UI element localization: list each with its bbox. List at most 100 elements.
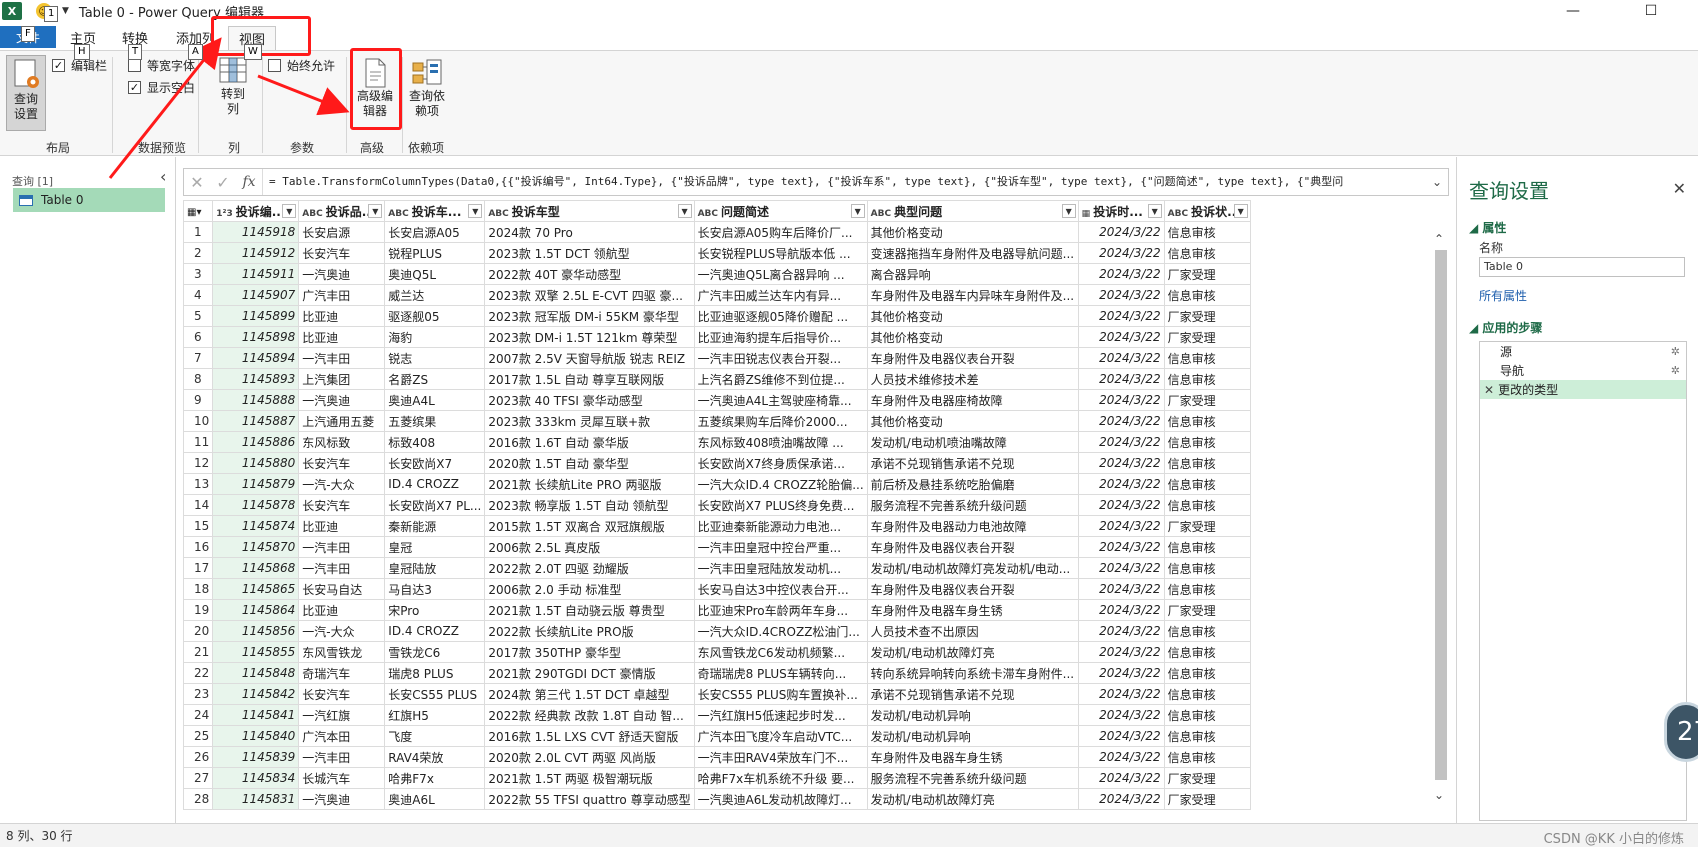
always-allow-checkbox[interactable]: 始终允许 <box>268 57 335 74</box>
table-cell[interactable]: 比亚迪秦新能源动力电池... <box>693 515 868 537</box>
table-cell[interactable]: 一汽奥迪 <box>298 389 386 411</box>
table-cell[interactable]: 厂家受理 <box>1163 389 1251 411</box>
table-cell[interactable]: 广汽本田 <box>298 725 386 747</box>
table-cell[interactable]: 2023款 冠军版 DM-i 55KM 豪华型 <box>484 305 695 327</box>
text-type-icon[interactable]: ABC <box>302 209 322 219</box>
table-cell[interactable]: 秦新能源 <box>384 515 486 537</box>
table-cell[interactable]: 锐程PLUS <box>384 242 486 264</box>
row-number[interactable]: 13 <box>183 473 214 495</box>
table-cell[interactable]: 2024/3/22 <box>1077 620 1165 642</box>
table-cell[interactable]: 2024/3/22 <box>1077 452 1165 474</box>
vertical-scrollbar[interactable]: ⌃ ⌄ <box>1432 228 1450 808</box>
column-filter-dropdown-icon[interactable]: ▼ <box>468 204 483 218</box>
table-cell[interactable]: 2024/3/22 <box>1077 767 1165 789</box>
table-cell[interactable]: 皇冠陆放 <box>384 557 486 579</box>
row-number[interactable]: 17 <box>183 557 214 579</box>
row-number[interactable]: 4 <box>183 284 214 306</box>
column-header-1[interactable]: 1²3 投诉编... ▼ <box>212 200 300 222</box>
text-type-icon[interactable]: ABC <box>488 209 508 219</box>
table-cell[interactable]: 广汽丰田 <box>298 284 386 306</box>
expand-formula-icon[interactable]: ⌄ <box>1426 175 1448 189</box>
table-cell[interactable]: 长安启源 <box>298 221 386 243</box>
table-cell[interactable]: 2021款 长续航Lite PRO 两驱版 <box>484 473 695 495</box>
table-cell[interactable]: 信息审核 <box>1163 368 1251 390</box>
table-cell[interactable]: 雪铁龙C6 <box>384 641 486 663</box>
table-cell[interactable]: 一汽丰田皇冠陆放发动机... <box>693 557 868 579</box>
table-cell[interactable]: 服务流程不完善系统升级问题 <box>866 767 1079 789</box>
table-cell[interactable]: 2024/3/22 <box>1077 788 1165 810</box>
maximize-button[interactable]: ☐ <box>1628 0 1674 22</box>
table-cell[interactable]: 车身附件及电器座椅故障 <box>866 389 1079 411</box>
table-cell[interactable]: 2016款 1.5L LXS CVT 舒适天窗版 <box>484 725 695 747</box>
table-cell[interactable]: 一汽丰田锐志仪表台开裂... <box>693 347 868 369</box>
column-filter-dropdown-icon[interactable]: ▼ <box>677 204 692 218</box>
table-cell[interactable]: 长安CS55 PLUS <box>384 683 486 705</box>
table-cell[interactable]: 其他价格变动 <box>866 305 1079 327</box>
table-cell[interactable]: 信息审核 <box>1163 221 1251 243</box>
table-cell[interactable]: 一汽-大众 <box>298 473 386 495</box>
table-cell[interactable]: 一汽红旗 <box>298 704 386 726</box>
table-cell[interactable]: 1145880 <box>212 452 300 474</box>
table-cell[interactable]: 车身附件及电器仪表台开裂 <box>866 347 1079 369</box>
show-whitespace-checkbox[interactable]: ✓ 显示空白 <box>128 79 195 96</box>
table-cell[interactable]: 长安马自达3中控仪表台开... <box>693 578 868 600</box>
table-cell[interactable]: 2024/3/22 <box>1077 473 1165 495</box>
column-filter-dropdown-icon[interactable]: ▼ <box>1147 204 1162 218</box>
table-cell[interactable]: 东风标致 <box>298 431 386 453</box>
table-cell[interactable]: 2006款 2.5L 真皮版 <box>484 536 695 558</box>
table-cell[interactable]: 2021款 1.5T 自动骁云版 尊贵型 <box>484 599 695 621</box>
table-cell[interactable]: 发动机/电动机故障灯亮发动机/电动... <box>866 557 1079 579</box>
row-number[interactable]: 9 <box>183 389 214 411</box>
table-cell[interactable]: 一汽-大众 <box>298 620 386 642</box>
table-cell[interactable]: 上汽名爵ZS维修不到位提... <box>693 368 868 390</box>
table-cell[interactable]: 2024/3/22 <box>1077 641 1165 663</box>
table-cell[interactable]: 2024/3/22 <box>1077 305 1165 327</box>
table-cell[interactable]: 人员技术查不出原因 <box>866 620 1079 642</box>
table-cell[interactable]: 2020款 1.5T 自动 豪华型 <box>484 452 695 474</box>
table-cell[interactable]: 一汽大众ID.4CROZZ松油门... <box>693 620 868 642</box>
table-cell[interactable]: 东风雪铁龙 <box>298 641 386 663</box>
query-dependencies-button[interactable]: 查询依 赖项 <box>404 57 450 119</box>
table-cell[interactable]: 离合器异响 <box>866 263 1079 285</box>
table-cell[interactable]: 比亚迪驱逐舰05降价赠配 ... <box>693 305 868 327</box>
table-cell[interactable]: 厂家受理 <box>1163 515 1251 537</box>
table-cell[interactable]: 信息审核 <box>1163 620 1251 642</box>
column-header-4[interactable]: ABC 投诉车型 ▼ <box>484 200 695 222</box>
table-cell[interactable]: 2024/3/22 <box>1077 746 1165 768</box>
minimize-button[interactable]: — <box>1550 0 1596 22</box>
table-cell[interactable]: 信息审核 <box>1163 473 1251 495</box>
table-cell[interactable]: 1145888 <box>212 389 300 411</box>
table-cell[interactable]: 瑞虎8 PLUS <box>384 662 486 684</box>
table-cell[interactable]: 2024/3/22 <box>1077 263 1165 285</box>
row-number[interactable]: 19 <box>183 599 214 621</box>
table-cell[interactable]: 发动机/电动机异响 <box>866 725 1079 747</box>
table-cell[interactable]: 信息审核 <box>1163 578 1251 600</box>
table-cell[interactable]: 2024/3/22 <box>1077 683 1165 705</box>
table-cell[interactable]: 1145855 <box>212 641 300 663</box>
table-cell[interactable]: 1145898 <box>212 326 300 348</box>
row-number[interactable]: 22 <box>183 662 214 684</box>
table-cell[interactable]: 1145911 <box>212 263 300 285</box>
table-cell[interactable]: RAV4荣放 <box>384 746 486 768</box>
table-cell[interactable]: 一汽奥迪Q5L离合器异响 ... <box>693 263 868 285</box>
row-number[interactable]: 24 <box>183 704 214 726</box>
close-pane-icon[interactable]: ✕ <box>1673 179 1686 198</box>
number-type-icon[interactable]: 1²3 <box>216 209 232 219</box>
table-cell[interactable]: 信息审核 <box>1163 431 1251 453</box>
table-cell[interactable]: 2022款 40T 豪华动感型 <box>484 263 695 285</box>
table-cell[interactable]: 2022款 2.0T 四驱 劲耀版 <box>484 557 695 579</box>
row-number[interactable]: 10 <box>183 410 214 432</box>
table-cell[interactable]: 哈弗F7x车机系统不升级 要... <box>693 767 868 789</box>
table-cell[interactable]: 一汽丰田RAV4荣放车门不... <box>693 746 868 768</box>
table-cell[interactable]: 2020款 2.0L CVT 两驱 风尚版 <box>484 746 695 768</box>
table-cell[interactable]: 宋Pro <box>384 599 486 621</box>
table-cell[interactable]: 上汽通用五菱 <box>298 410 386 432</box>
row-number[interactable]: 28 <box>183 788 214 810</box>
table-cell[interactable]: 2024/3/22 <box>1077 599 1165 621</box>
table-cell[interactable]: 服务流程不完善系统升级问题 <box>866 494 1079 516</box>
table-cell[interactable]: 2024款 第三代 1.5T DCT 卓越型 <box>484 683 695 705</box>
table-cell[interactable]: 广汽本田飞度冷车启动VTC... <box>693 725 868 747</box>
table-cell[interactable]: 一汽红旗H5低速起步时发... <box>693 704 868 726</box>
table-cell[interactable]: 变速器拖挡车身附件及电器导航问题... <box>866 242 1079 264</box>
floating-badge[interactable]: 27 <box>1664 702 1698 762</box>
